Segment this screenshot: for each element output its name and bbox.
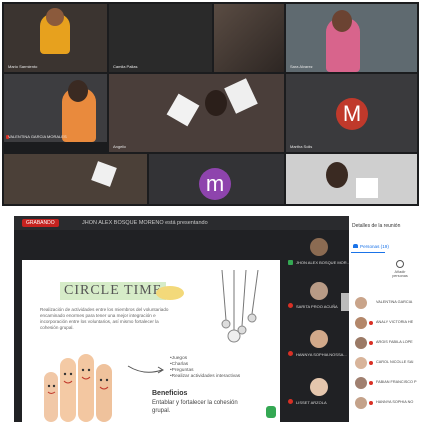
green-badge-icon <box>266 406 276 418</box>
video-tile[interactable] <box>286 154 417 204</box>
recording-badge: GRABANDO <box>22 219 59 227</box>
muted-mic-icon <box>288 351 293 356</box>
list-item[interactable]: ANALY VICTORIA HE <box>351 314 421 334</box>
muted-mic-icon <box>369 401 373 405</box>
person-name: CAROL NICOLLE SAI <box>376 360 414 364</box>
avatar <box>355 297 367 309</box>
tile-name: Camila Pallas <box>113 64 138 69</box>
participant-name: JHON ALEX BOSQUE MOR... <box>296 260 351 265</box>
tile-name: Mario Sarmiento <box>8 64 38 69</box>
presenting-banner: GRABANDO JHON ALEX BOSQUE MORENO está pr… <box>14 216 350 230</box>
list-item[interactable]: FABIAN FRANCISCO P <box>351 374 421 394</box>
arrow-icon <box>126 362 166 376</box>
tile-name: Martha Solis <box>290 144 313 149</box>
participant-name: HANNYA SOPHIA NOSSA... <box>296 352 347 357</box>
avatar <box>310 282 328 300</box>
person-head <box>332 10 352 32</box>
muted-mic-icon <box>369 341 373 345</box>
bullet-item: •Realizar actividades interactivas <box>170 374 241 379</box>
paper-craft <box>166 93 200 127</box>
add-people-button[interactable]: Añadir personas <box>389 260 411 278</box>
participant-name: SARITA PROO ACUÑA <box>296 304 338 309</box>
person-head <box>68 80 88 102</box>
participant-tile[interactable]: HANNYA SOPHIA NOSSA... <box>286 328 356 364</box>
person-name: HANNYA SOPHIA NO <box>376 400 414 404</box>
tile-name: Angelic <box>113 144 127 149</box>
paper-craft <box>91 161 117 187</box>
muted-mic-icon <box>288 399 293 404</box>
paper-craft <box>356 178 378 198</box>
presenter-text: JHON ALEX BOSQUE MORENO está presentando <box>82 220 208 226</box>
video-tile[interactable]: Sara Alvarez <box>286 4 417 72</box>
meeting-details-panel: Detalles de la reunión Personas (19) Aña… <box>349 216 421 422</box>
video-tile[interactable]: m <box>149 154 284 204</box>
muted-mic-icon <box>369 321 373 325</box>
video-tile[interactable]: Camila Pallas <box>109 4 212 72</box>
slide-bullets: •Juegos •Charlas •Preguntas •Realizar ac… <box>170 356 240 380</box>
avatar: M <box>336 98 368 130</box>
avatar <box>310 238 328 256</box>
avatar <box>355 377 367 389</box>
list-item[interactable]: ARGIS FABILA LOPE <box>351 334 421 354</box>
participant-tile[interactable]: LISSET ARZOLA <box>286 376 356 412</box>
avatar <box>355 357 367 369</box>
benefits-title: Beneficios <box>152 390 188 397</box>
slide-paragraph: Realización de actividades entre los mie… <box>40 307 169 330</box>
mirror-balls-graphic <box>212 269 268 348</box>
video-grid-top: Mario Sarmiento Camila Pallas Sara Alvar… <box>2 2 419 206</box>
video-tile[interactable] <box>4 154 147 204</box>
video-tile[interactable]: VALENTINA GARCIA MORALES <box>4 74 107 142</box>
yellow-blob <box>156 286 184 300</box>
avatar <box>310 330 328 348</box>
avatar <box>355 397 367 409</box>
room-wall <box>214 4 284 72</box>
tab-people[interactable]: Personas (19) <box>353 244 389 249</box>
muted-mic-icon <box>369 361 373 365</box>
muted-mic-icon <box>369 381 373 385</box>
paper-craft <box>224 78 258 114</box>
finger-faces-graphic <box>40 350 120 422</box>
tile-name: Sara Alvarez <box>290 64 313 69</box>
tile-name: VALENTINA GARCIA MORALES <box>8 134 67 139</box>
speaking-icon <box>288 260 293 265</box>
video-tile[interactable]: Mario Sarmiento <box>4 4 107 72</box>
list-item[interactable]: CAROL NICOLLE SAI <box>351 354 421 374</box>
tab-indicator <box>351 252 385 253</box>
person-head <box>46 8 64 26</box>
person-name: ARGIS FABILA LOPE <box>376 340 413 344</box>
add-person-icon <box>396 260 404 268</box>
video-tile[interactable]: Angelic <box>109 74 284 152</box>
person-name: ANALY VICTORIA HE <box>376 320 414 324</box>
list-item[interactable]: VALENTINA GARCIA <box>351 294 421 314</box>
person-head <box>326 162 348 188</box>
participant-strip: JHON ALEX BOSQUE MOR... SARITA PROO ACUÑ… <box>286 236 356 422</box>
people-icon <box>353 244 358 248</box>
muted-mic-icon <box>288 303 293 308</box>
participant-tile[interactable]: JHON ALEX BOSQUE MOR... <box>286 236 356 272</box>
add-people-label: Añadir personas <box>392 270 408 278</box>
list-item[interactable]: HANNYA SOPHIA NO <box>351 394 421 414</box>
avatar <box>310 378 328 396</box>
slide-title: CIRCLE TIME <box>60 282 167 300</box>
tab-label: Personas (19) <box>360 244 389 249</box>
avatar: m <box>199 168 231 200</box>
person-head <box>205 90 227 116</box>
video-tile[interactable] <box>214 4 284 72</box>
participant-name: LISSET ARZOLA <box>296 400 327 405</box>
presentation-slide: CIRCLE TIME Realización de actividades e… <box>22 260 280 422</box>
video-tile[interactable]: M Martha Solis <box>286 74 417 152</box>
person-name: FABIAN FRANCISCO P <box>376 380 417 384</box>
avatar <box>355 337 367 349</box>
benefits-text: Entablar y fortalecer la cohesión grupal… <box>152 400 238 414</box>
panel-title: Detalles de la reunión <box>352 223 401 229</box>
person-name: VALENTINA GARCIA <box>376 300 413 304</box>
avatar <box>355 317 367 329</box>
